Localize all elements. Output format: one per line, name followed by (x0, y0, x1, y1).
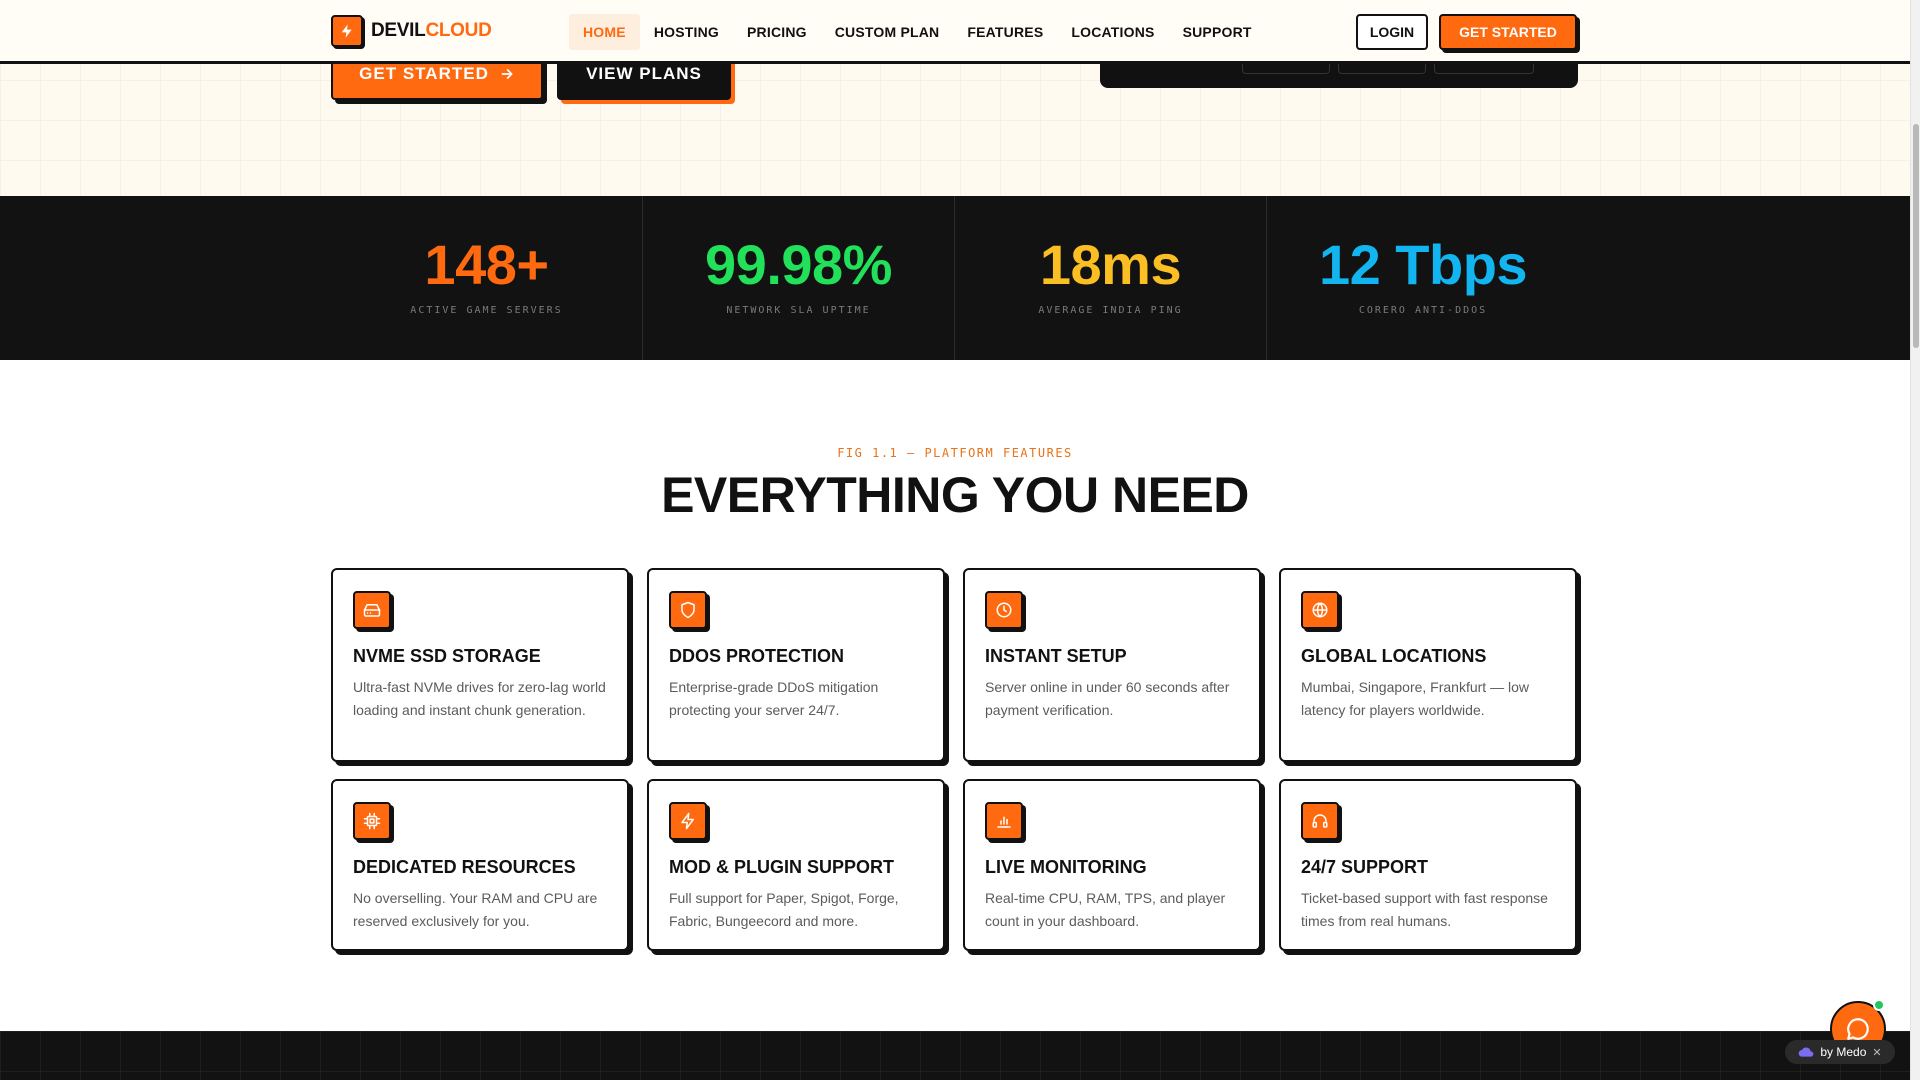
feature-title: DDOS PROTECTION (669, 646, 845, 666)
features-eyebrow: FIG 1.1 — PLATFORM FEATURES (837, 446, 1073, 460)
stat-label: NETWORK SLA UPTIME (726, 305, 871, 316)
nav-link-features[interactable]: FEATURES (953, 14, 1057, 50)
clock-icon (985, 591, 1023, 629)
feature-desc: Enterprise-grade DDoS mitigation protect… (669, 679, 879, 718)
nav-link-support[interactable]: SUPPORT (1169, 14, 1266, 50)
stat-active-servers: 148+ ACTIVE GAME SERVERS (331, 196, 643, 360)
shield-icon (669, 591, 707, 629)
stat-value: 12 Tbps (1318, 233, 1528, 296)
navbar: DEVILCLOUD HOME HOSTING PRICING CUSTOM P… (0, 0, 1910, 64)
feature-title: NVME SSD STORAGE (353, 646, 541, 666)
nav-link-locations[interactable]: LOCATIONS (1057, 14, 1168, 50)
globe-icon (1301, 591, 1339, 629)
feature-title: 24/7 SUPPORT (1301, 857, 1429, 877)
stat-value: 99.98% (705, 233, 892, 296)
close-icon[interactable]: ✕ (1872, 1046, 1881, 1059)
nav-link-home[interactable]: HOME (569, 14, 640, 50)
login-button[interactable]: LOGIN (1356, 14, 1428, 50)
feature-title: MOD & PLUGIN SUPPORT (669, 857, 895, 877)
online-status-dot (1873, 999, 1885, 1011)
nav-links: HOME HOSTING PRICING CUSTOM PLAN FEATURE… (569, 14, 1266, 50)
nav-link-pricing[interactable]: PRICING (733, 14, 821, 50)
feature-card-support: 24/7 SUPPORT Ticket-based support with f… (1279, 779, 1577, 951)
feature-title: INSTANT SETUP (985, 646, 1127, 666)
feature-card-nvme: NVME SSD STORAGE Ultra-fast NVMe drives … (331, 568, 629, 762)
feature-desc: No overselling. Your RAM and CPU are res… (353, 890, 598, 929)
feature-card-global-locations: GLOBAL LOCATIONS Mumbai, Singapore, Fran… (1279, 568, 1577, 762)
feature-title: LIVE MONITORING (985, 857, 1147, 877)
feature-desc: Server online in under 60 seconds after … (985, 679, 1230, 718)
feature-card-dedicated-resources: DEDICATED RESOURCES No overselling. Your… (331, 779, 629, 951)
stat-label: AVERAGE INDIA PING (1038, 305, 1183, 316)
hero-view-plans-label: VIEW PLANS (586, 64, 702, 83)
arrow-right-icon (501, 69, 513, 79)
feature-card-mod-plugin: MOD & PLUGIN SUPPORT Full support for Pa… (647, 779, 945, 951)
scrollbar-thumb[interactable] (1913, 124, 1919, 348)
nav-get-started-button[interactable]: GET STARTED (1439, 14, 1577, 50)
bolt-icon (669, 802, 707, 840)
brand-logo[interactable]: DEVILCLOUD (331, 15, 492, 47)
bolt-logo-icon (331, 15, 363, 47)
hard-drive-icon (353, 591, 391, 629)
feature-card-instant-setup: INSTANT SETUP Server online in under 60 … (963, 568, 1261, 762)
stat-label: CORERO ANTI-DDOS (1358, 305, 1488, 316)
feature-desc: Full support for Paper, Spigot, Forge, F… (669, 890, 899, 929)
nav-link-custom-plan[interactable]: CUSTOM PLAN (821, 14, 954, 50)
stat-ping: 18ms AVERAGE INDIA PING (955, 196, 1267, 360)
feature-card-live-monitoring: LIVE MONITORING Real-time CPU, RAM, TPS,… (963, 779, 1261, 951)
feature-card-ddos: DDOS PROTECTION Enterprise-grade DDoS mi… (647, 568, 945, 762)
stat-anti-ddos: 12 Tbps CORERO ANTI-DDOS (1267, 196, 1579, 360)
bar-chart-icon (985, 802, 1023, 840)
stat-value: 18ms (1039, 233, 1182, 296)
hero-get-started-label: GET STARTED (359, 64, 489, 83)
feature-title: GLOBAL LOCATIONS (1301, 646, 1487, 666)
cloud-icon (1799, 1047, 1814, 1057)
feature-desc: Ultra-fast NVMe drives for zero-lag worl… (353, 679, 606, 718)
features-title: EVERYTHING YOU NEED (661, 467, 1249, 523)
medo-badge-label: by Medo (1820, 1045, 1867, 1059)
feature-desc: Ticket-based support with fast response … (1301, 890, 1548, 929)
feature-desc: Real-time CPU, RAM, TPS, and player coun… (985, 890, 1226, 929)
feature-desc: Mumbai, Singapore, Frankfurt — low laten… (1301, 679, 1529, 718)
stat-label: ACTIVE GAME SERVERS (410, 305, 563, 316)
cpu-icon (353, 802, 391, 840)
page-scrollbar[interactable] (1910, 0, 1920, 1080)
headphones-icon (1301, 802, 1339, 840)
medo-badge[interactable]: by Medo ✕ (1785, 1040, 1895, 1064)
stat-uptime: 99.98% NETWORK SLA UPTIME (643, 196, 955, 360)
nav-link-hosting[interactable]: HOSTING (640, 14, 733, 50)
stat-value: 148+ (424, 233, 549, 296)
feature-title: DEDICATED RESOURCES (353, 857, 576, 877)
brand-name: DEVILCLOUD (371, 20, 492, 41)
chat-bubble-icon (1847, 1018, 1869, 1040)
stats-band: 148+ ACTIVE GAME SERVERS 99.98% NETWORK … (0, 196, 1910, 360)
next-section-dark (0, 1031, 1910, 1080)
